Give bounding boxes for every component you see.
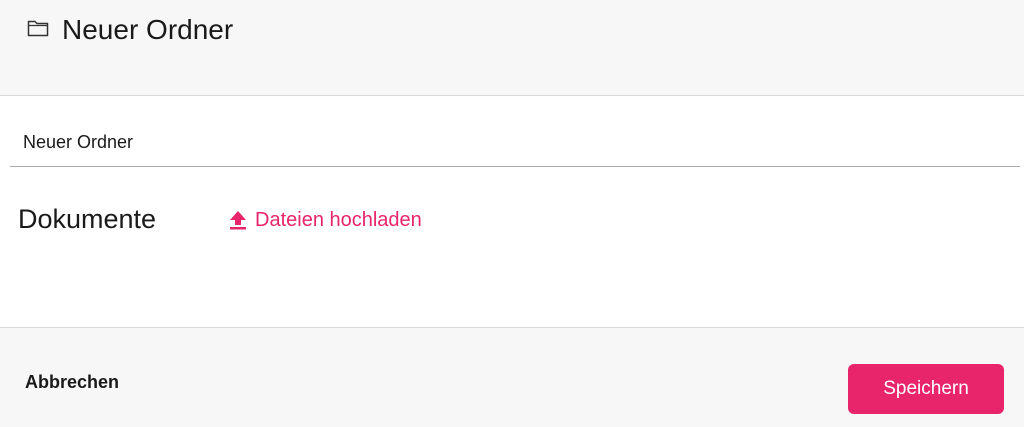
cancel-button[interactable]: Abbrechen — [25, 372, 119, 393]
new-folder-dialog: Neuer Ordner Dokumente Dateien hochladen… — [0, 0, 1024, 427]
documents-label: Dokumente — [18, 204, 157, 234]
upload-files-label: Dateien hochladen — [255, 208, 422, 231]
dialog-footer: Abbrechen Speichern — [0, 327, 1024, 427]
upload-icon — [230, 211, 246, 230]
upload-files-link[interactable]: Dateien hochladen — [229, 206, 422, 234]
folder-name-input[interactable] — [10, 118, 1020, 167]
dialog-title: Neuer Ordner — [62, 14, 234, 45]
dialog-header: Neuer Ordner — [0, 0, 1024, 96]
folder-icon — [27, 20, 49, 37]
save-button[interactable]: Speichern — [848, 364, 1004, 414]
documents-section: Dokumente Dateien hochladen — [18, 200, 718, 240]
